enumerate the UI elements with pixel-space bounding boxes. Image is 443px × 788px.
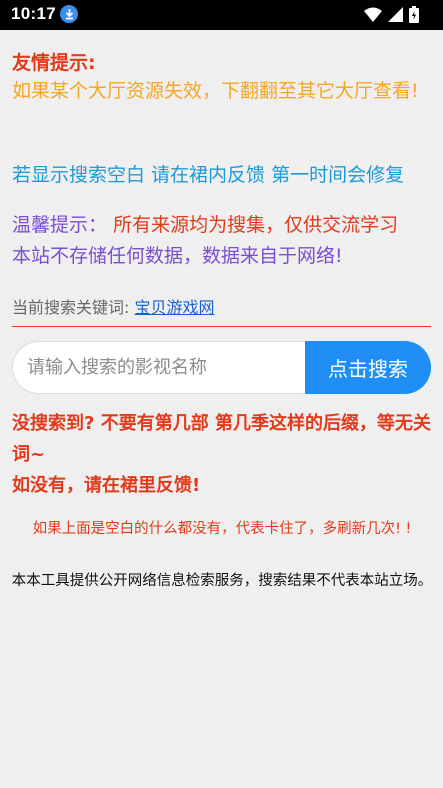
notice-prefix: 温馨提示： <box>12 214 108 236</box>
status-icons <box>364 6 419 27</box>
feedback-notice: 若显示搜索空白 请在裙内反馈 第一时间会修复 <box>12 164 405 186</box>
search-warning: 没搜索到? 不要有第几部 第几季这样的后缀，等无关词~ 如没有，请在裙里反馈! <box>12 408 437 501</box>
signal-icon <box>388 7 403 26</box>
status-time: 10:17 <box>11 4 56 23</box>
status-bar: 10:17 <box>0 0 443 30</box>
download-icon <box>60 5 78 23</box>
tip-title: 友情提示: <box>12 52 96 74</box>
keyword-link[interactable]: 宝贝游戏网 <box>134 298 214 317</box>
service-disclaimer: 本本工具提供公开网络信息检索服务，搜索结果不代表本站立场。 <box>11 573 433 589</box>
divider <box>12 326 431 327</box>
keyword-label: 当前搜索关键词: <box>12 298 135 317</box>
search-button[interactable]: 点击搜索 <box>305 341 431 394</box>
notice-rest: 本站不存储任何数据，数据来自于网络! <box>12 245 343 267</box>
warning-line1: 没搜索到? 不要有第几部 第几季这样的后缀，等无关词~ <box>12 413 431 465</box>
current-keyword-row: 当前搜索关键词: 宝贝游戏网 <box>12 294 215 318</box>
search-input[interactable] <box>12 341 305 394</box>
warning-line2: 如没有，请在裙里反馈! <box>12 475 201 496</box>
notice-highlight: 所有来源均为搜集，仅供交流学习 <box>113 214 399 236</box>
disclaimer-notice: 温馨提示： 所有来源均为搜集，仅供交流学习 本站不存储任何数据，数据来自于网络! <box>12 210 432 272</box>
refresh-note: 如果上面是空白的什么都没有，代表卡住了，多刷新几次! ! <box>32 521 412 537</box>
wifi-icon <box>364 7 382 26</box>
tip-body: 如果某个大厅资源失效，下翻翻至其它大厅查看! <box>12 80 419 102</box>
battery-icon <box>409 6 419 27</box>
